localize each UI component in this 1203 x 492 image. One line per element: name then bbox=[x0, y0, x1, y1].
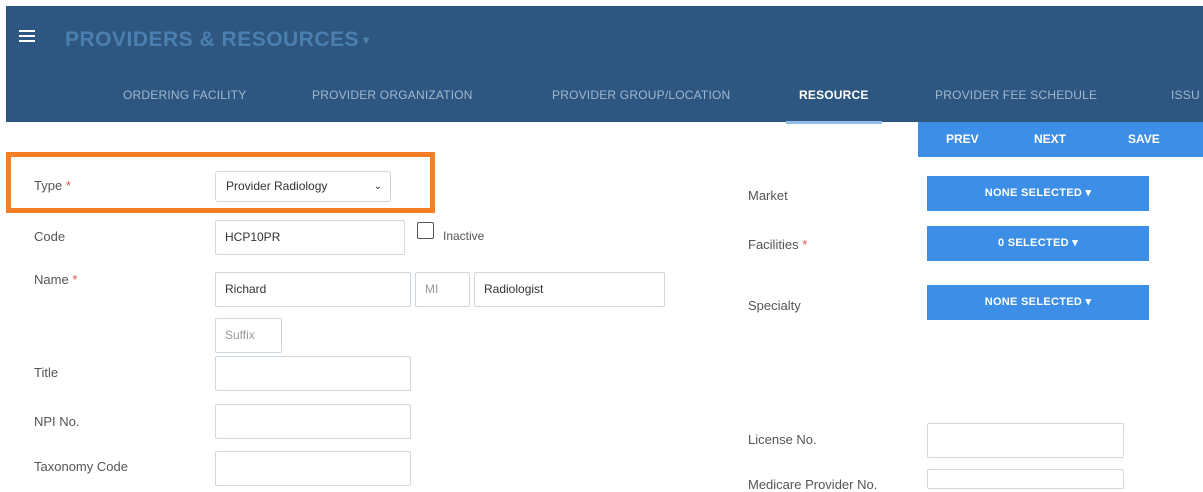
app-header: PROVIDERS & RESOURCES ▾ ORDERING FACILITY… bbox=[6, 6, 1203, 124]
save-button[interactable]: SAVE bbox=[1128, 132, 1160, 146]
tab-issue[interactable]: ISSU bbox=[1171, 76, 1200, 124]
required-marker: * bbox=[65, 178, 71, 193]
market-label: Market bbox=[748, 188, 788, 203]
chevron-down-icon: ⌄ bbox=[373, 181, 382, 192]
specialty-label: Specialty bbox=[748, 298, 801, 313]
title-label: Title bbox=[34, 365, 59, 380]
facilities-label-text: Facilities bbox=[748, 237, 799, 252]
type-select-value: Provider Radiology bbox=[226, 179, 328, 193]
title-field[interactable] bbox=[215, 356, 411, 391]
specialty-multiselect[interactable]: NONE SELECTED ▾ bbox=[927, 285, 1149, 320]
suffix-field[interactable]: Suffix bbox=[215, 318, 282, 353]
license-label: License No. bbox=[748, 432, 817, 447]
tab-provider-organization[interactable]: PROVIDER ORGANIZATION bbox=[312, 76, 473, 124]
market-multiselect[interactable]: NONE SELECTED ▾ bbox=[927, 176, 1149, 211]
tab-resource[interactable]: RESOURCE bbox=[786, 76, 882, 124]
taxonomy-code-field[interactable] bbox=[215, 451, 411, 486]
required-marker: * bbox=[802, 237, 808, 252]
medicare-provider-field[interactable] bbox=[927, 469, 1124, 489]
tab-ordering-facility[interactable]: ORDERING FACILITY bbox=[123, 76, 246, 124]
required-marker: * bbox=[72, 272, 78, 287]
npi-label: NPI No. bbox=[34, 414, 80, 429]
taxonomy-code-label: Taxonomy Code bbox=[34, 459, 128, 474]
npi-field[interactable] bbox=[215, 404, 411, 439]
app-title-dropdown[interactable]: PROVIDERS & RESOURCES ▾ bbox=[65, 28, 370, 52]
tab-provider-fee-schedule[interactable]: PROVIDER FEE SCHEDULE bbox=[935, 76, 1097, 124]
inactive-label: Inactive bbox=[443, 229, 485, 243]
app-title-text: PROVIDERS & RESOURCES bbox=[65, 28, 360, 51]
tab-provider-group-location[interactable]: PROVIDER GROUP/LOCATION bbox=[552, 76, 730, 124]
prev-button[interactable]: PREV bbox=[946, 132, 979, 146]
chevron-down-icon: ▾ bbox=[363, 33, 370, 48]
medicare-provider-label: Medicare Provider No. bbox=[748, 477, 878, 492]
first-name-field[interactable]: Richard bbox=[215, 272, 411, 307]
license-field[interactable] bbox=[927, 423, 1124, 458]
type-label: Type * bbox=[34, 178, 71, 193]
last-name-field[interactable]: Radiologist bbox=[474, 272, 665, 307]
action-bar: PREV NEXT SAVE bbox=[918, 122, 1203, 157]
hamburger-menu-icon[interactable] bbox=[19, 30, 35, 42]
code-field[interactable]: HCP10PR bbox=[215, 220, 405, 255]
name-label: Name * bbox=[34, 272, 77, 287]
inactive-checkbox[interactable] bbox=[417, 222, 434, 239]
facilities-multiselect[interactable]: 0 SELECTED ▾ bbox=[927, 226, 1149, 261]
next-button[interactable]: NEXT bbox=[1034, 132, 1066, 146]
code-label: Code bbox=[34, 229, 66, 244]
type-select[interactable]: Provider Radiology ⌄ bbox=[215, 171, 391, 202]
name-label-text: Name bbox=[34, 272, 69, 287]
type-label-text: Type bbox=[34, 178, 63, 193]
middle-initial-field[interactable]: MI bbox=[415, 272, 470, 307]
facilities-label: Facilities * bbox=[748, 237, 807, 252]
